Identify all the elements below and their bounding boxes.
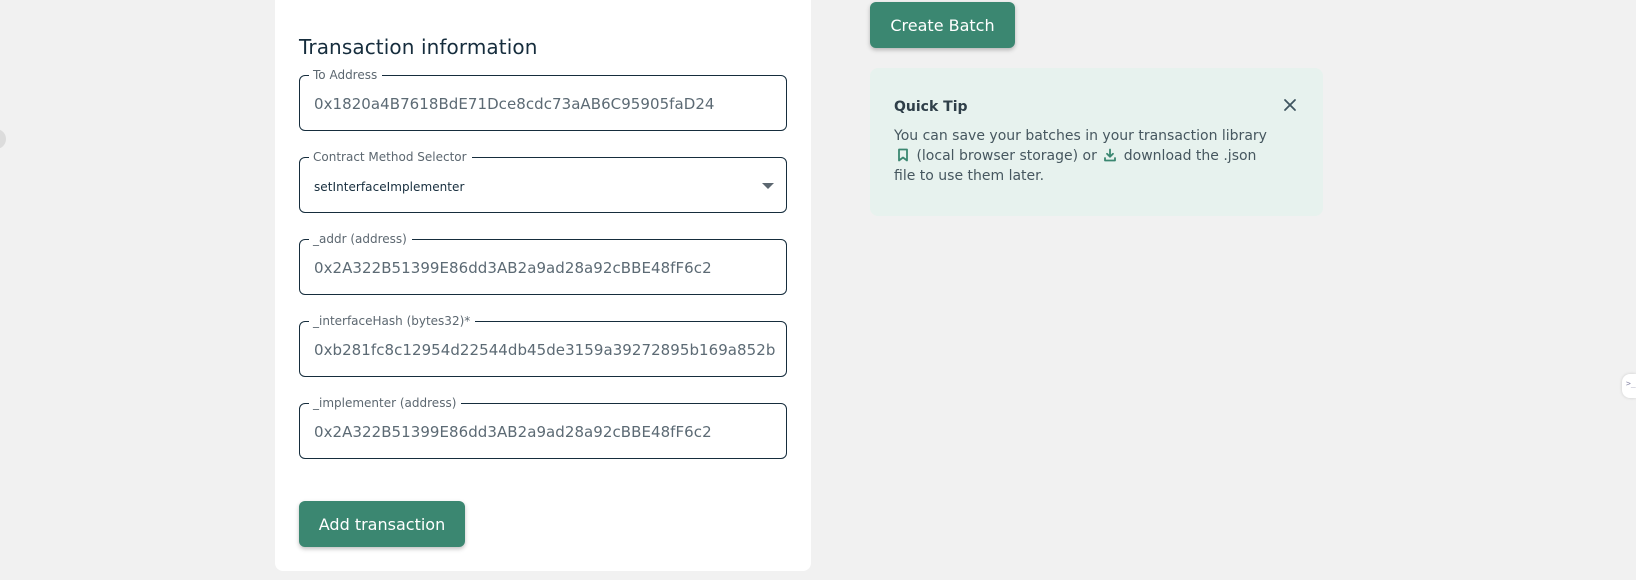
download-icon bbox=[1103, 148, 1117, 162]
addr-field[interactable]: _addr (address) 0x2A322B51399E86dd3AB2a9… bbox=[299, 232, 787, 295]
to-address-field[interactable]: To Address 0x1820a4B7618BdE71Dce8cdc73aA… bbox=[299, 68, 787, 131]
quick-tip-text-part2: (local browser storage) or bbox=[916, 148, 1097, 164]
terminal-icon: >_ bbox=[1626, 379, 1636, 388]
to-address-value[interactable]: 0x1820a4B7618BdE71Dce8cdc73aAB6C95905faD… bbox=[314, 95, 776, 113]
contract-method-label: Contract Method Selector bbox=[309, 150, 472, 164]
addr-label: _addr (address) bbox=[309, 232, 412, 246]
quick-tip-text: You can save your batches in your transa… bbox=[894, 126, 1279, 186]
interface-hash-value[interactable]: 0xb281fc8c12954d22544db45de3159a39272895… bbox=[314, 341, 776, 359]
add-transaction-button[interactable]: Add transaction bbox=[299, 501, 465, 547]
interface-hash-field[interactable]: _interfaceHash (bytes32)* 0xb281fc8c1295… bbox=[299, 314, 787, 377]
implementer-label: _implementer (address) bbox=[309, 396, 462, 410]
contract-method-select[interactable]: Contract Method Selector setInterfaceImp… bbox=[299, 150, 787, 213]
addr-value[interactable]: 0x2A322B51399E86dd3AB2a9ad28a92cBBE48fF6… bbox=[314, 259, 776, 277]
bookmark-icon bbox=[896, 148, 910, 162]
transaction-form-card: Transaction information To Address 0x182… bbox=[275, 0, 811, 571]
side-widget-tab[interactable]: >_ bbox=[1622, 374, 1636, 398]
quick-tip-panel: Quick Tip You can save your batches in y… bbox=[870, 68, 1323, 216]
close-icon[interactable] bbox=[1282, 97, 1298, 113]
form-title: Transaction information bbox=[299, 35, 538, 59]
to-address-label: To Address bbox=[309, 68, 383, 82]
side-handle[interactable] bbox=[0, 129, 6, 149]
contract-method-value[interactable]: setInterfaceImplementer bbox=[314, 178, 776, 196]
implementer-value[interactable]: 0x2A322B51399E86dd3AB2a9ad28a92cBBE48fF6… bbox=[314, 423, 776, 441]
create-batch-button[interactable]: Create Batch bbox=[870, 2, 1015, 48]
implementer-field[interactable]: _implementer (address) 0x2A322B51399E86d… bbox=[299, 396, 787, 459]
interface-hash-label: _interfaceHash (bytes32)* bbox=[309, 314, 476, 328]
quick-tip-title: Quick Tip bbox=[894, 99, 968, 115]
caret-down-icon[interactable] bbox=[762, 183, 774, 189]
quick-tip-text-part1: You can save your batches in your transa… bbox=[894, 128, 1267, 144]
